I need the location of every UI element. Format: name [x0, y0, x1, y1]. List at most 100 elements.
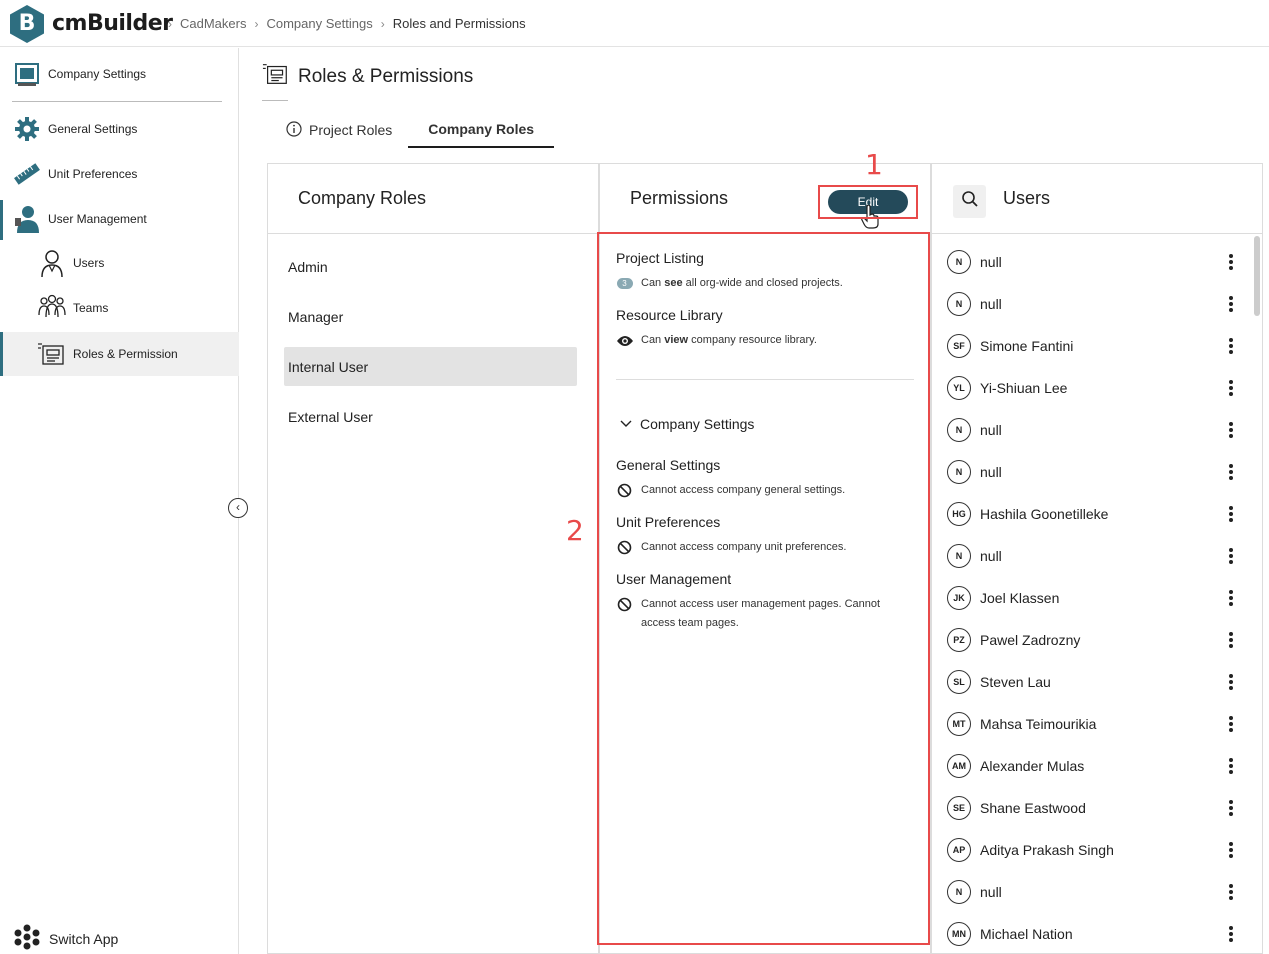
search-icon: [961, 190, 979, 213]
sidebar-item-label: Roles & Permission: [73, 347, 178, 361]
more-options-icon[interactable]: [1225, 630, 1237, 650]
more-options-icon[interactable]: [1225, 756, 1237, 776]
role-admin[interactable]: Admin: [284, 247, 577, 286]
user-row[interactable]: AP Aditya Prakash Singh: [947, 835, 1237, 865]
user-row[interactable]: SE Shane Eastwood: [947, 793, 1237, 823]
more-options-icon[interactable]: [1225, 924, 1237, 944]
tab-project-roles[interactable]: Project Roles: [270, 112, 408, 148]
chevron-right-icon: ›: [380, 16, 385, 31]
user-row[interactable]: Nnull: [947, 457, 1237, 487]
breadcrumb: › CadMakers › Company Settings › Roles a…: [168, 16, 526, 31]
more-options-icon[interactable]: [1225, 378, 1237, 398]
sidebar-item-label: Users: [73, 256, 105, 270]
user-row[interactable]: MT Mahsa Teimourikia: [947, 709, 1237, 739]
user-name: null: [980, 464, 1002, 480]
sidebar-item-teams[interactable]: Teams: [37, 293, 108, 323]
permissions-divider: [616, 379, 914, 380]
perm-unit-preferences-desc: Cannot access company unit preferences.: [616, 538, 846, 557]
user-name: Simone Fantini: [980, 338, 1074, 354]
user-name: Joel Klassen: [980, 590, 1060, 606]
perm-project-listing-desc: 3 Can see all org-wide and closed projec…: [616, 274, 843, 293]
user-row[interactable]: Nnull: [947, 877, 1237, 907]
avatar: YL: [947, 376, 971, 400]
user-row[interactable]: YL Yi-Shiuan Lee: [947, 373, 1237, 403]
user-row[interactable]: Nnull: [947, 541, 1237, 571]
sidebar-item-company-settings[interactable]: Company Settings: [13, 60, 146, 88]
perm-user-management-desc: Cannot access user management pages. Can…: [616, 595, 906, 633]
user-row[interactable]: Nnull: [947, 247, 1237, 277]
switch-app-icon: [14, 924, 40, 953]
more-options-icon[interactable]: [1225, 420, 1237, 440]
search-users-button[interactable]: [953, 185, 986, 218]
perm-project-listing-title: Project Listing: [616, 250, 704, 266]
more-options-icon[interactable]: [1225, 294, 1237, 314]
avatar: SL: [947, 670, 971, 694]
avatar: SF: [947, 334, 971, 358]
users-scroll-thumb[interactable]: [1254, 236, 1260, 316]
role-manager[interactable]: Manager: [284, 297, 577, 336]
switch-app-button[interactable]: Switch App: [14, 924, 118, 953]
user-row[interactable]: SL Steven Lau: [947, 667, 1237, 697]
avatar: N: [947, 460, 971, 484]
avatar: N: [947, 292, 971, 316]
breadcrumb-roles-permissions: Roles and Permissions: [392, 16, 526, 31]
user-row[interactable]: Nnull: [947, 289, 1237, 319]
avatar: AP: [947, 838, 971, 862]
company-settings-section-toggle[interactable]: Company Settings: [620, 416, 754, 432]
active-section-indicator: [0, 200, 3, 240]
more-options-icon[interactable]: [1225, 252, 1237, 272]
user-row[interactable]: PZ Pawel Zadrozny: [947, 625, 1237, 655]
user-name: null: [980, 422, 1002, 438]
user-name: Yi-Shiuan Lee: [980, 380, 1068, 396]
sidebar-item-general-settings[interactable]: General Settings: [13, 115, 137, 143]
more-options-icon[interactable]: [1225, 462, 1237, 482]
tab-label: Company Roles: [428, 121, 535, 137]
user-name: Pawel Zadrozny: [980, 632, 1081, 648]
sidebar-item-label: General Settings: [48, 122, 138, 136]
users-scrollbar[interactable]: [1253, 234, 1261, 944]
sidebar-item-roles-permission[interactable]: Roles & Permission: [37, 339, 178, 369]
sidebar-item-user-management[interactable]: User Management: [13, 205, 147, 233]
no-access-icon: [616, 538, 633, 557]
sidebar-item-unit-preferences[interactable]: Unit Preferences: [13, 160, 137, 188]
more-options-icon[interactable]: [1225, 714, 1237, 734]
sidebar-item-users[interactable]: Users: [37, 248, 104, 278]
user-row[interactable]: SF Simone Fantini: [947, 331, 1237, 361]
more-options-icon[interactable]: [1225, 672, 1237, 692]
user-row[interactable]: MN Michael Nation: [947, 919, 1237, 949]
breadcrumb-company-settings[interactable]: Company Settings: [266, 16, 372, 31]
company-settings-icon: [13, 60, 41, 88]
user-row[interactable]: HG Hashila Goonetilleke: [947, 499, 1237, 529]
role-internal-user[interactable]: Internal User: [284, 347, 577, 386]
role-tabs: Project Roles Company Roles: [270, 112, 555, 148]
more-options-icon[interactable]: [1225, 798, 1237, 818]
more-options-icon[interactable]: [1225, 882, 1237, 902]
avatar: N: [947, 880, 971, 904]
ruler-icon: [13, 160, 41, 188]
tab-label: Project Roles: [309, 122, 393, 138]
user-row[interactable]: JK Joel Klassen: [947, 583, 1237, 613]
switch-app-label: Switch App: [49, 930, 119, 947]
avatar: SE: [947, 796, 971, 820]
section-label: Company Settings: [640, 416, 755, 432]
more-options-icon[interactable]: [1225, 546, 1237, 566]
tab-company-roles[interactable]: Company Roles: [408, 112, 555, 148]
user-management-icon: [13, 205, 41, 233]
more-options-icon[interactable]: [1225, 588, 1237, 608]
annotation-number-1: 1: [865, 148, 883, 181]
collapse-sidebar-button[interactable]: ‹: [228, 498, 248, 518]
breadcrumb-cadmakers[interactable]: CadMakers: [180, 16, 246, 31]
sidebar-divider: [12, 101, 222, 102]
title-underline: [262, 100, 288, 101]
roles-permission-icon: [262, 60, 290, 93]
more-options-icon[interactable]: [1225, 336, 1237, 356]
app-name[interactable]: cmBuilder: [52, 11, 173, 36]
app-logo-icon[interactable]: B: [10, 5, 44, 43]
avatar: N: [947, 250, 971, 274]
more-options-icon[interactable]: [1225, 840, 1237, 860]
user-row[interactable]: Nnull: [947, 415, 1237, 445]
more-options-icon[interactable]: [1225, 504, 1237, 524]
no-access-icon: [616, 595, 633, 614]
user-row[interactable]: AM Alexander Mulas: [947, 751, 1237, 781]
role-external-user[interactable]: External User: [284, 397, 577, 436]
